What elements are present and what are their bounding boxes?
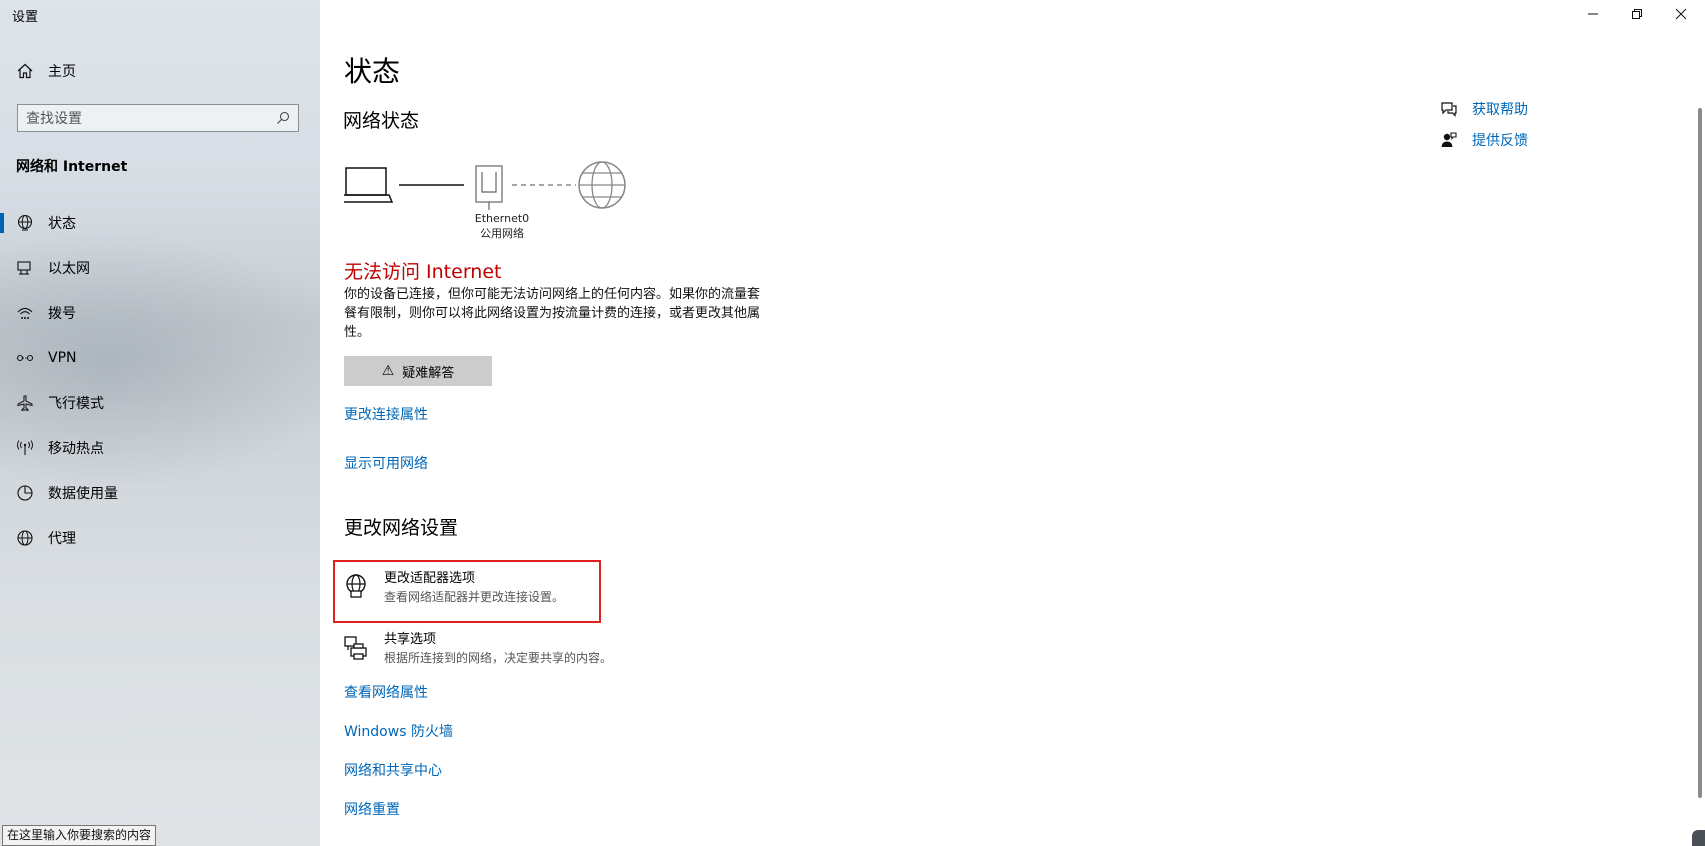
sidebar-item-label: 以太网 xyxy=(48,261,90,277)
adapter-label: Ethernet0 公用网络 xyxy=(462,211,542,241)
sidebar: 设置 主页 查找设置 网络和 Internet 状态 以太网 拨号 VPN 飞行… xyxy=(0,0,320,846)
network-type: 公用网络 xyxy=(480,227,524,240)
network-sharing-center-link[interactable]: 网络和共享中心 xyxy=(344,760,442,780)
adapter-name: Ethernet0 xyxy=(474,212,530,225)
home-icon xyxy=(17,63,33,79)
get-help-label: 获取帮助 xyxy=(1472,102,1528,118)
dialup-icon xyxy=(16,304,34,322)
feedback-person-icon xyxy=(1441,132,1457,147)
sidebar-home[interactable]: 主页 xyxy=(16,58,76,84)
warning-description: 你的设备已连接，但你可能无法访问网络上的任何内容。如果你的流量套餐有限制，则你可… xyxy=(344,287,761,340)
ethernet-icon xyxy=(16,259,34,277)
sidebar-item-hotspot[interactable]: 移动热点 xyxy=(0,428,320,468)
adapter-globe-icon xyxy=(346,574,366,598)
ethernet-port-icon xyxy=(475,165,503,210)
network-status-heading: 网络状态 xyxy=(343,110,420,132)
change-settings-heading: 更改网络设置 xyxy=(344,517,459,539)
sidebar-item-status[interactable]: 状态 xyxy=(0,203,320,243)
search-placeholder: 查找设置 xyxy=(26,111,82,127)
sidebar-item-label: 拨号 xyxy=(48,306,76,322)
search-tooltip: 在这里输入你要搜索的内容 xyxy=(2,825,157,846)
internet-globe-icon xyxy=(578,161,626,209)
change-connection-properties-link[interactable]: 更改连接属性 xyxy=(344,404,428,424)
get-help-link[interactable]: 获取帮助 xyxy=(1440,99,1528,119)
network-reset-link[interactable]: 网络重置 xyxy=(344,799,400,819)
proxy-globe-icon xyxy=(16,529,34,547)
sidebar-item-dialup[interactable]: 拨号 xyxy=(0,293,320,333)
search-input[interactable]: 查找设置 xyxy=(17,104,299,132)
sidebar-item-label: 数据使用量 xyxy=(48,486,118,502)
restore-button[interactable] xyxy=(1614,0,1660,28)
sidebar-item-proxy[interactable]: 代理 xyxy=(0,518,320,558)
troubleshoot-button[interactable]: ⚠ 疑难解答 xyxy=(344,356,492,386)
vpn-icon xyxy=(16,349,34,367)
app-title: 设置 xyxy=(12,10,39,25)
feedback-label: 提供反馈 xyxy=(1472,133,1528,149)
sidebar-item-label: 飞行模式 xyxy=(48,396,104,412)
hotspot-icon xyxy=(16,439,34,457)
option-desc: 查看网络适配器并更改连接设置。 xyxy=(384,590,565,604)
sharing-options[interactable]: 共享选项 根据所连接到的网络，决定要共享的内容。 xyxy=(342,631,612,667)
option-title: 更改适配器选项 xyxy=(384,571,476,586)
main-content: 状态 网络状态 Ethernet0 公用网络 无法访问 Internet 你的设… xyxy=(320,0,1705,846)
close-button[interactable] xyxy=(1658,0,1704,28)
page-title: 状态 xyxy=(344,55,401,88)
feedback-link[interactable]: 提供反馈 xyxy=(1440,130,1528,150)
search-icon xyxy=(277,111,290,124)
sidebar-item-label: 移动热点 xyxy=(48,441,104,457)
airplane-icon xyxy=(16,394,34,412)
close-icon xyxy=(1675,8,1687,20)
restore-icon xyxy=(1632,9,1642,19)
laptop-icon xyxy=(344,167,394,203)
help-chat-icon xyxy=(1441,102,1457,117)
option-title: 共享选项 xyxy=(384,632,437,647)
data-usage-icon xyxy=(16,484,34,502)
sidebar-item-label: VPN xyxy=(48,350,77,366)
sidebar-item-label: 状态 xyxy=(48,216,76,232)
minimize-button[interactable] xyxy=(1570,0,1616,28)
section-title: 网络和 Internet xyxy=(16,159,128,175)
sidebar-item-airplane[interactable]: 飞行模式 xyxy=(0,383,320,423)
warning-icon: ⚠ xyxy=(381,363,395,379)
windows-firewall-link[interactable]: Windows 防火墙 xyxy=(344,721,453,741)
show-available-networks-link[interactable]: 显示可用网络 xyxy=(344,453,428,473)
change-adapter-options[interactable]: 更改适配器选项 查看网络适配器并更改连接设置。 xyxy=(342,570,564,606)
sidebar-item-ethernet[interactable]: 以太网 xyxy=(0,248,320,288)
sidebar-item-data-usage[interactable]: 数据使用量 xyxy=(0,473,320,513)
vertical-scrollbar[interactable] xyxy=(1698,108,1702,798)
sidebar-item-vpn[interactable]: VPN xyxy=(0,338,320,378)
view-network-properties-link[interactable]: 查看网络属性 xyxy=(344,682,428,702)
option-desc: 根据所连接到的网络，决定要共享的内容。 xyxy=(384,651,613,665)
home-label: 主页 xyxy=(48,64,76,80)
minimize-icon xyxy=(1588,13,1598,15)
scrollbar-corner xyxy=(1692,830,1705,846)
sidebar-item-label: 代理 xyxy=(48,531,76,547)
warning-title: 无法访问 Internet xyxy=(344,261,502,283)
status-globe-icon xyxy=(16,214,34,232)
troubleshoot-label: 疑难解答 xyxy=(402,365,455,381)
sharing-printer-icon xyxy=(344,636,367,660)
